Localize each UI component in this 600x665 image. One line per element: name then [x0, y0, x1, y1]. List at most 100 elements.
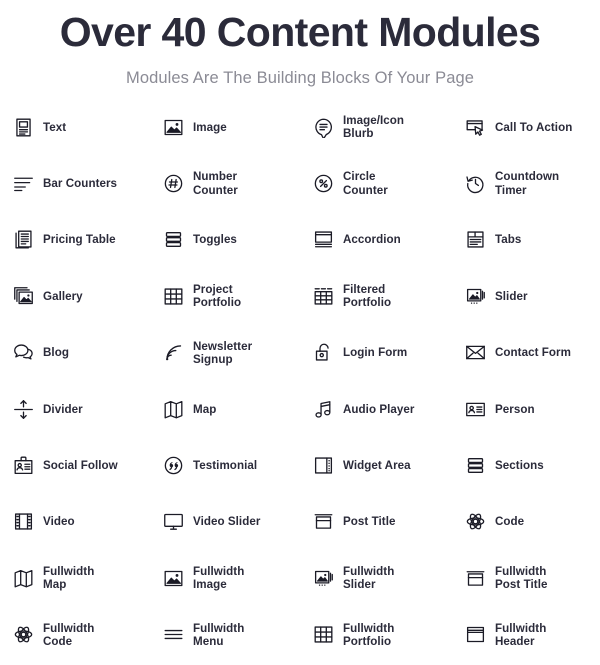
- module-item[interactable]: Filtered Portfolio: [312, 268, 464, 324]
- folded-map-icon: [12, 567, 34, 589]
- modules-grid: Text Image Image/Icon Blurb Call To Action B…: [0, 99, 600, 663]
- module-item[interactable]: Slider: [464, 268, 600, 324]
- module-item[interactable]: Testimonial: [162, 437, 312, 493]
- hash-circle-icon: [162, 173, 184, 195]
- clock-rewind-icon: [464, 173, 486, 195]
- module-item[interactable]: Sections: [464, 437, 600, 493]
- module-item[interactable]: Person: [464, 381, 600, 437]
- module-item[interactable]: Call To Action: [464, 99, 600, 155]
- module-item[interactable]: Map: [162, 381, 312, 437]
- module-item[interactable]: Contact Form: [464, 325, 600, 381]
- module-item[interactable]: Newsletter Signup: [162, 325, 312, 381]
- module-item[interactable]: Bar Counters: [12, 155, 162, 211]
- module-item[interactable]: Gallery: [12, 268, 162, 324]
- module-label: Widget Area: [343, 458, 411, 472]
- module-label: Video Slider: [193, 515, 261, 529]
- module-item[interactable]: Post Title: [312, 494, 464, 550]
- stacked-bars-icon: [464, 455, 486, 477]
- vertical-arrows-divider-icon: [12, 398, 34, 420]
- module-label: Fullwidth Image: [193, 565, 245, 592]
- module-item[interactable]: Fullwidth Portfolio: [312, 607, 464, 663]
- stacked-images-icon: [12, 285, 34, 307]
- module-label: Contact Form: [495, 346, 571, 360]
- module-item[interactable]: Fullwidth Post Title: [464, 550, 600, 606]
- module-item[interactable]: Accordion: [312, 212, 464, 268]
- unlocked-padlock-icon: [312, 342, 334, 364]
- module-item[interactable]: Image: [162, 99, 312, 155]
- module-label: Video: [43, 515, 75, 529]
- module-label: Divider: [43, 402, 83, 416]
- module-item[interactable]: Widget Area: [312, 437, 464, 493]
- module-label: Newsletter Signup: [193, 339, 253, 366]
- stacked-bars-icon: [162, 229, 184, 251]
- module-item[interactable]: Pricing Table: [12, 212, 162, 268]
- module-item[interactable]: Fullwidth Menu: [162, 607, 312, 663]
- module-label: Login Form: [343, 346, 408, 360]
- module-item[interactable]: Video: [12, 494, 162, 550]
- module-item[interactable]: Toggles: [162, 212, 312, 268]
- id-card-icon: [464, 398, 486, 420]
- module-label: Audio Player: [343, 402, 415, 416]
- module-item[interactable]: Project Portfolio: [162, 268, 312, 324]
- module-item[interactable]: Blog: [12, 325, 162, 381]
- module-item[interactable]: Code: [464, 494, 600, 550]
- module-item[interactable]: Image/Icon Blurb: [312, 99, 464, 155]
- module-item[interactable]: Tabs: [464, 212, 600, 268]
- music-note-icon: [312, 398, 334, 420]
- document-text-icon: [12, 116, 34, 138]
- module-label: Fullwidth Code: [43, 621, 95, 648]
- tabs-icon: [464, 229, 486, 251]
- module-item[interactable]: Fullwidth Map: [12, 550, 162, 606]
- page-header: Over 40 Content Modules Modules Are The …: [0, 0, 600, 89]
- module-item[interactable]: Fullwidth Header: [464, 607, 600, 663]
- module-label: Testimonial: [193, 458, 258, 472]
- module-item[interactable]: Number Counter: [162, 155, 312, 211]
- header-panel-icon: [464, 624, 486, 646]
- content-modules-page: Over 40 Content Modules Modules Are The …: [0, 0, 600, 665]
- quote-circle-icon: [162, 455, 184, 477]
- slider-images-icon: [464, 285, 486, 307]
- grid-icon: [162, 285, 184, 307]
- page-title: Over 40 Content Modules: [59, 9, 541, 55]
- module-label: Fullwidth Slider: [343, 565, 395, 592]
- widget-panel-icon: [312, 455, 334, 477]
- module-label: Text: [43, 120, 67, 134]
- module-label: Accordion: [343, 233, 401, 247]
- post-title-icon: [312, 511, 334, 533]
- image-icon: [162, 567, 184, 589]
- module-label: Filtered Portfolio: [343, 283, 392, 310]
- module-item[interactable]: Video Slider: [162, 494, 312, 550]
- module-item[interactable]: Countdown Timer: [464, 155, 600, 211]
- folded-map-icon: [162, 398, 184, 420]
- rss-signal-icon: [162, 342, 184, 364]
- module-item[interactable]: Audio Player: [312, 381, 464, 437]
- module-label: Fullwidth Portfolio: [343, 621, 395, 648]
- module-item[interactable]: Fullwidth Image: [162, 550, 312, 606]
- module-label: Tabs: [495, 233, 522, 247]
- module-label: Image/Icon Blurb: [343, 113, 405, 141]
- module-label: Circle Counter: [343, 170, 388, 197]
- module-label: Gallery: [43, 289, 83, 303]
- module-label: Post Title: [343, 515, 396, 529]
- module-item[interactable]: Fullwidth Code: [12, 607, 162, 663]
- module-item[interactable]: Divider: [12, 381, 162, 437]
- module-label: Call To Action: [495, 120, 573, 134]
- module-label: Toggles: [193, 233, 237, 247]
- module-label: Bar Counters: [43, 176, 118, 190]
- module-item[interactable]: Circle Counter: [312, 155, 464, 211]
- module-label: Pricing Table: [43, 233, 116, 247]
- module-label: Image: [193, 120, 227, 134]
- module-item[interactable]: Login Form: [312, 325, 464, 381]
- page-subtitle: Modules Are The Building Blocks Of Your …: [125, 69, 475, 87]
- monitor-icon: [162, 511, 184, 533]
- module-label: Sections: [495, 458, 544, 472]
- chat-bubbles-icon: [12, 342, 34, 364]
- accordion-icon: [312, 229, 334, 251]
- module-label: Code: [495, 515, 525, 529]
- module-item[interactable]: Fullwidth Slider: [312, 550, 464, 606]
- module-item[interactable]: Social Follow: [12, 437, 162, 493]
- atom-icon: [12, 624, 34, 646]
- module-item[interactable]: Text: [12, 99, 162, 155]
- pricing-table-icon: [12, 229, 34, 251]
- envelope-icon: [464, 342, 486, 364]
